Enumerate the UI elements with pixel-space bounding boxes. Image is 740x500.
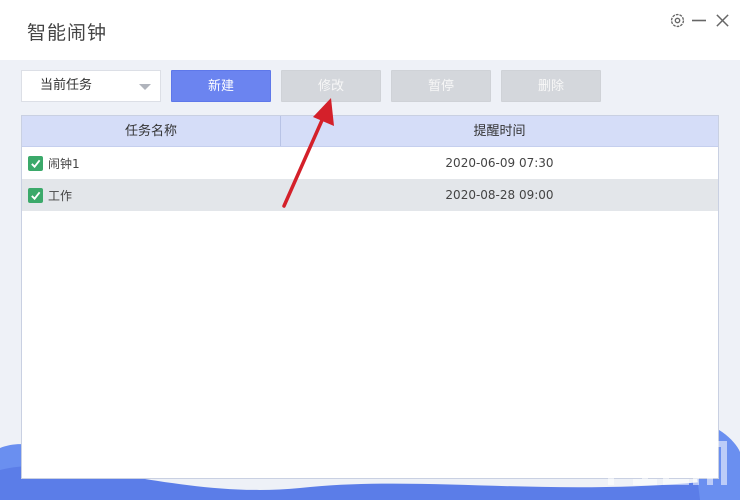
minimize-icon <box>692 19 706 22</box>
table-row[interactable]: 工作 2020-08-28 09:00 <box>22 179 718 211</box>
column-header-reminder-time[interactable]: 提醒时间 <box>281 116 718 146</box>
close-button[interactable] <box>712 10 732 30</box>
edit-button[interactable]: 修改 <box>281 70 381 102</box>
task-name-cell: 工作 <box>22 187 281 204</box>
task-name: 闹钟1 <box>48 156 80 171</box>
table-header: 任务名称 提醒时间 <box>22 116 718 147</box>
task-filter-dropdown[interactable]: 当前任务 <box>21 70 161 102</box>
task-checkbox[interactable] <box>28 187 43 203</box>
column-header-task-name[interactable]: 任务名称 <box>22 116 281 146</box>
task-name-cell: 闹钟1 <box>22 155 281 172</box>
pause-button[interactable]: 暂停 <box>391 70 491 102</box>
check-icon <box>31 159 41 168</box>
task-filter-value: 当前任务 <box>40 78 93 93</box>
minimize-button[interactable] <box>689 10 709 30</box>
new-button[interactable]: 新建 <box>171 70 271 102</box>
reminder-time: 2020-06-09 07:30 <box>445 156 554 170</box>
task-name: 工作 <box>48 188 73 203</box>
task-checkbox[interactable] <box>28 155 43 171</box>
reminder-time: 2020-08-28 09:00 <box>445 188 554 202</box>
task-table: 任务名称 提醒时间 闹钟1 2020-06-09 07:30 工作 2020-0… <box>21 115 719 479</box>
app-title: 智能闹钟 <box>27 22 108 44</box>
delete-button[interactable]: 删除 <box>501 70 601 102</box>
close-icon <box>715 13 729 27</box>
settings-icon <box>670 13 684 27</box>
title-bar: 智能闹钟 <box>0 0 740 60</box>
check-icon <box>31 191 41 200</box>
chevron-down-icon <box>139 84 151 90</box>
table-row[interactable]: 闹钟1 2020-06-09 07:30 <box>22 147 718 179</box>
settings-button[interactable] <box>667 10 687 30</box>
